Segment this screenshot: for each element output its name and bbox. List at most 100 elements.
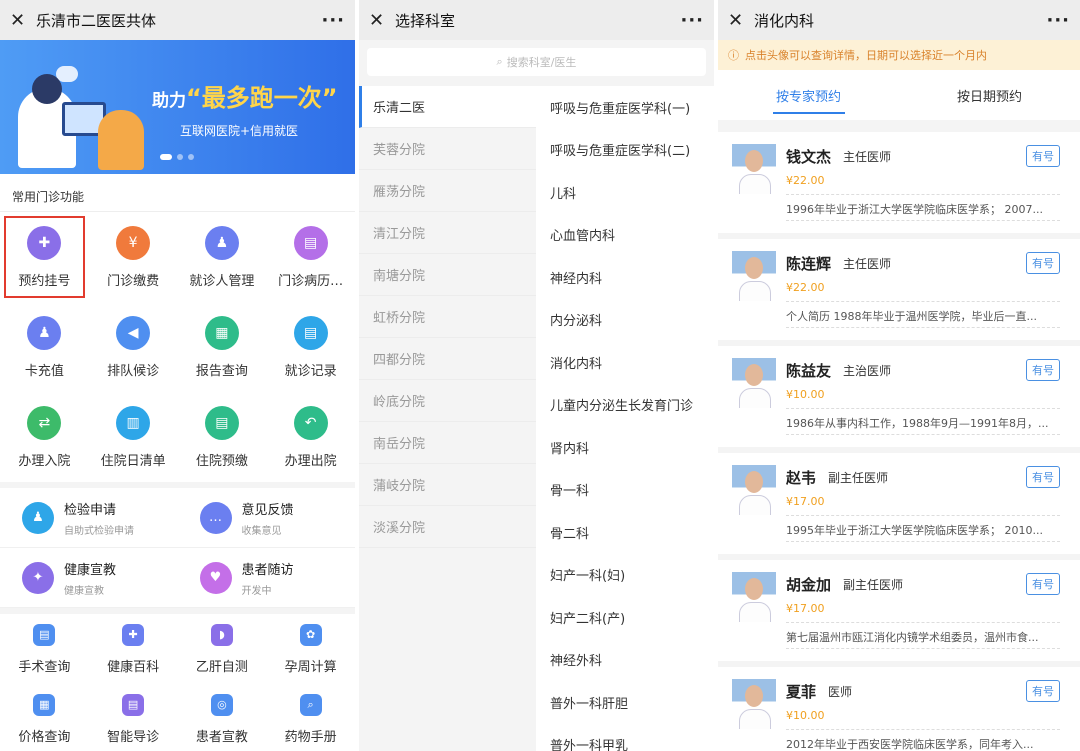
tool-label: 价格查询 (18, 729, 71, 745)
doctor-avatar[interactable] (732, 358, 776, 408)
department-item[interactable]: 神经外科 (536, 639, 714, 682)
department-item[interactable]: 肾内科 (536, 426, 714, 469)
doctor-card[interactable]: 夏菲 医师 ¥10.00 2012年毕业于西安医学院临床医学系，同年考入... 有号 (718, 667, 1080, 751)
department-item[interactable]: 普外一科甲乳 (536, 724, 714, 751)
service-item[interactable]: ♥ 患者随访 开发中 (177, 548, 355, 608)
service-item[interactable]: ✦ 健康宣教 健康宣教 (0, 548, 178, 608)
tool-item[interactable]: ◗ 乙肝自测 (178, 614, 267, 684)
tool-item[interactable]: ⌕ 药物手册 (266, 684, 355, 751)
service-item[interactable]: … 意见反馈 收集意见 (177, 488, 355, 548)
availability-badge[interactable]: 有号 (1026, 573, 1060, 595)
hospital-item[interactable]: 芙蓉分院 (359, 128, 536, 170)
hospital-item[interactable]: 雁荡分院 (359, 170, 536, 212)
carousel-dots[interactable] (160, 154, 194, 160)
hospital-item[interactable]: 南岳分院 (359, 422, 536, 464)
hospital-item[interactable]: 淡溪分院 (359, 506, 536, 548)
divider (786, 434, 1060, 435)
more-icon[interactable]: ··· (1046, 10, 1070, 31)
department-item[interactable]: 神经内科 (536, 256, 714, 299)
department-item[interactable]: 妇产二科(产) (536, 596, 714, 639)
doctor-price: ¥10.00 (786, 709, 825, 722)
hospital-item[interactable]: 岭底分院 (359, 380, 536, 422)
tool-item[interactable]: ◎ 患者宣教 (178, 684, 267, 751)
function-item[interactable]: ▦ 报告查询 (178, 302, 267, 392)
department-item[interactable]: 呼吸与危重症医学科(二) (536, 129, 714, 172)
tool-item[interactable]: ▤ 智能导诊 (89, 684, 178, 751)
hospital-item[interactable]: 清江分院 (359, 212, 536, 254)
doctor-avatar[interactable] (732, 679, 776, 729)
function-item[interactable]: ▤ 住院预缴 (178, 392, 267, 482)
doctor-avatar[interactable] (732, 572, 776, 622)
doctor-name: 赵韦 (786, 469, 817, 487)
availability-badge[interactable]: 有号 (1026, 359, 1060, 381)
close-icon[interactable]: ✕ (728, 10, 750, 31)
function-item[interactable]: ♟ 卡充值 (0, 302, 89, 392)
close-icon[interactable]: ✕ (369, 10, 391, 31)
function-item[interactable]: ♟ 就诊人管理 (178, 212, 267, 302)
divider (786, 515, 1060, 516)
department-item[interactable]: 呼吸与危重症医学科(一) (536, 86, 714, 129)
service-title: 患者随访 (241, 562, 294, 578)
department-item[interactable]: 普外一科肝胆 (536, 681, 714, 724)
tool-item[interactable]: ✚ 健康百科 (89, 614, 178, 684)
availability-badge[interactable]: 有号 (1026, 466, 1060, 488)
department-item[interactable]: 骨二科 (536, 511, 714, 554)
doctor-avatar[interactable] (732, 465, 776, 515)
close-icon[interactable]: ✕ (10, 10, 32, 31)
function-label: 就诊记录 (284, 363, 337, 379)
doctor-card[interactable]: 赵韦 副主任医师 ¥17.00 1995年毕业于浙江大学医学院临床医学系； 2010.… (718, 453, 1080, 554)
function-label: 预约挂号 (18, 273, 71, 289)
hospital-item[interactable]: 南塘分院 (359, 254, 536, 296)
doctor-name: 夏菲 (786, 683, 817, 701)
doctor-card[interactable]: 陈益友 主治医师 ¥10.00 1986年从事内科工作，1988年9月—1991年8月… (718, 346, 1080, 447)
doctor-card[interactable]: 胡金加 副主任医师 ¥17.00 第七届温州市瓯江消化内镜学术组委员，温州市食... 有… (718, 560, 1080, 661)
doctor-card[interactable]: 钱文杰 主任医师 ¥22.00 1996年毕业于浙江大学医学院临床医学系； 2007.… (718, 132, 1080, 233)
doctor-avatar[interactable] (732, 144, 776, 194)
tab-by-date[interactable]: 按日期预约 (899, 70, 1080, 120)
function-item[interactable]: ⇄ 办理入院 (0, 392, 89, 482)
department-item[interactable]: 妇产一科(妇) (536, 554, 714, 597)
info-icon: ⓘ (728, 49, 739, 62)
availability-badge[interactable]: 有号 (1026, 145, 1060, 167)
divider (786, 194, 1060, 195)
function-item[interactable]: ↶ 办理出院 (266, 392, 355, 482)
doctor-avatar[interactable] (732, 251, 776, 301)
department-item[interactable]: 儿童内分泌生长发育门诊 (536, 384, 714, 427)
doctor-card[interactable]: 陈连辉 主任医师 ¥22.00 个人简历 1988年毕业于温州医学院，毕业后一直...… (718, 239, 1080, 340)
function-item[interactable]: ▤ 门诊病历… (266, 212, 355, 302)
health-edu-icon: ✦ (22, 561, 54, 594)
tool-item[interactable]: ✿ 孕周计算 (266, 614, 355, 684)
function-item[interactable]: ✚ 预约挂号 (0, 212, 89, 302)
tool-item[interactable]: ▤ 手术查询 (0, 614, 89, 684)
doctor-description: 第七届温州市瓯江消化内镜学术组委员，温州市食... (786, 631, 1039, 644)
surgery-icon: ▤ (33, 623, 56, 646)
hospital-item[interactable]: 四都分院 (359, 338, 536, 380)
more-icon[interactable]: ··· (321, 10, 345, 31)
department-item[interactable]: 儿科 (536, 171, 714, 214)
doctor-title: 医师 (828, 685, 853, 699)
availability-badge[interactable]: 有号 (1026, 680, 1060, 702)
hospital-item[interactable]: 虹桥分院 (359, 296, 536, 338)
department-item[interactable]: 内分泌科 (536, 299, 714, 342)
function-label: 办理入院 (18, 453, 71, 469)
function-grid: ✚ 预约挂号 ¥ 门诊缴费 ♟ 就诊人管理 ▤ 门诊病历… ♟ 卡充值 ◀ 排队候诊 ▦ 报告查询 ▤ 就诊记… (0, 212, 355, 482)
function-item[interactable]: ▥ 住院日清单 (89, 392, 178, 482)
promo-banner[interactable]: 助力“最多跑一次” 互联网医院+信用就医 (0, 40, 355, 174)
record-book-icon: ▤ (293, 225, 328, 260)
function-item[interactable]: ¥ 门诊缴费 (89, 212, 178, 302)
availability-badge[interactable]: 有号 (1026, 252, 1060, 274)
doctor-description: 1986年从事内科工作，1988年9月—1991年8月，... (786, 417, 1049, 430)
service-item[interactable]: ♟ 检验申请 自助式检验申请 (0, 488, 178, 548)
function-item[interactable]: ▤ 就诊记录 (266, 302, 355, 392)
hospital-item[interactable]: 蒲岐分院 (359, 464, 536, 506)
department-item[interactable]: 心血管内科 (536, 214, 714, 257)
doctor-name: 陈益友 (786, 362, 832, 380)
tab-by-expert[interactable]: 按专家预约 (718, 70, 899, 120)
more-icon[interactable]: ··· (680, 10, 704, 31)
search-input[interactable]: ⌕ 搜索科室/医生 (367, 48, 706, 76)
tool-item[interactable]: ▦ 价格查询 (0, 684, 89, 751)
function-item[interactable]: ◀ 排队候诊 (89, 302, 178, 392)
hospital-item[interactable]: 乐清二医 (359, 86, 536, 128)
department-item[interactable]: 骨一科 (536, 469, 714, 512)
department-item[interactable]: 消化内科 (536, 341, 714, 384)
